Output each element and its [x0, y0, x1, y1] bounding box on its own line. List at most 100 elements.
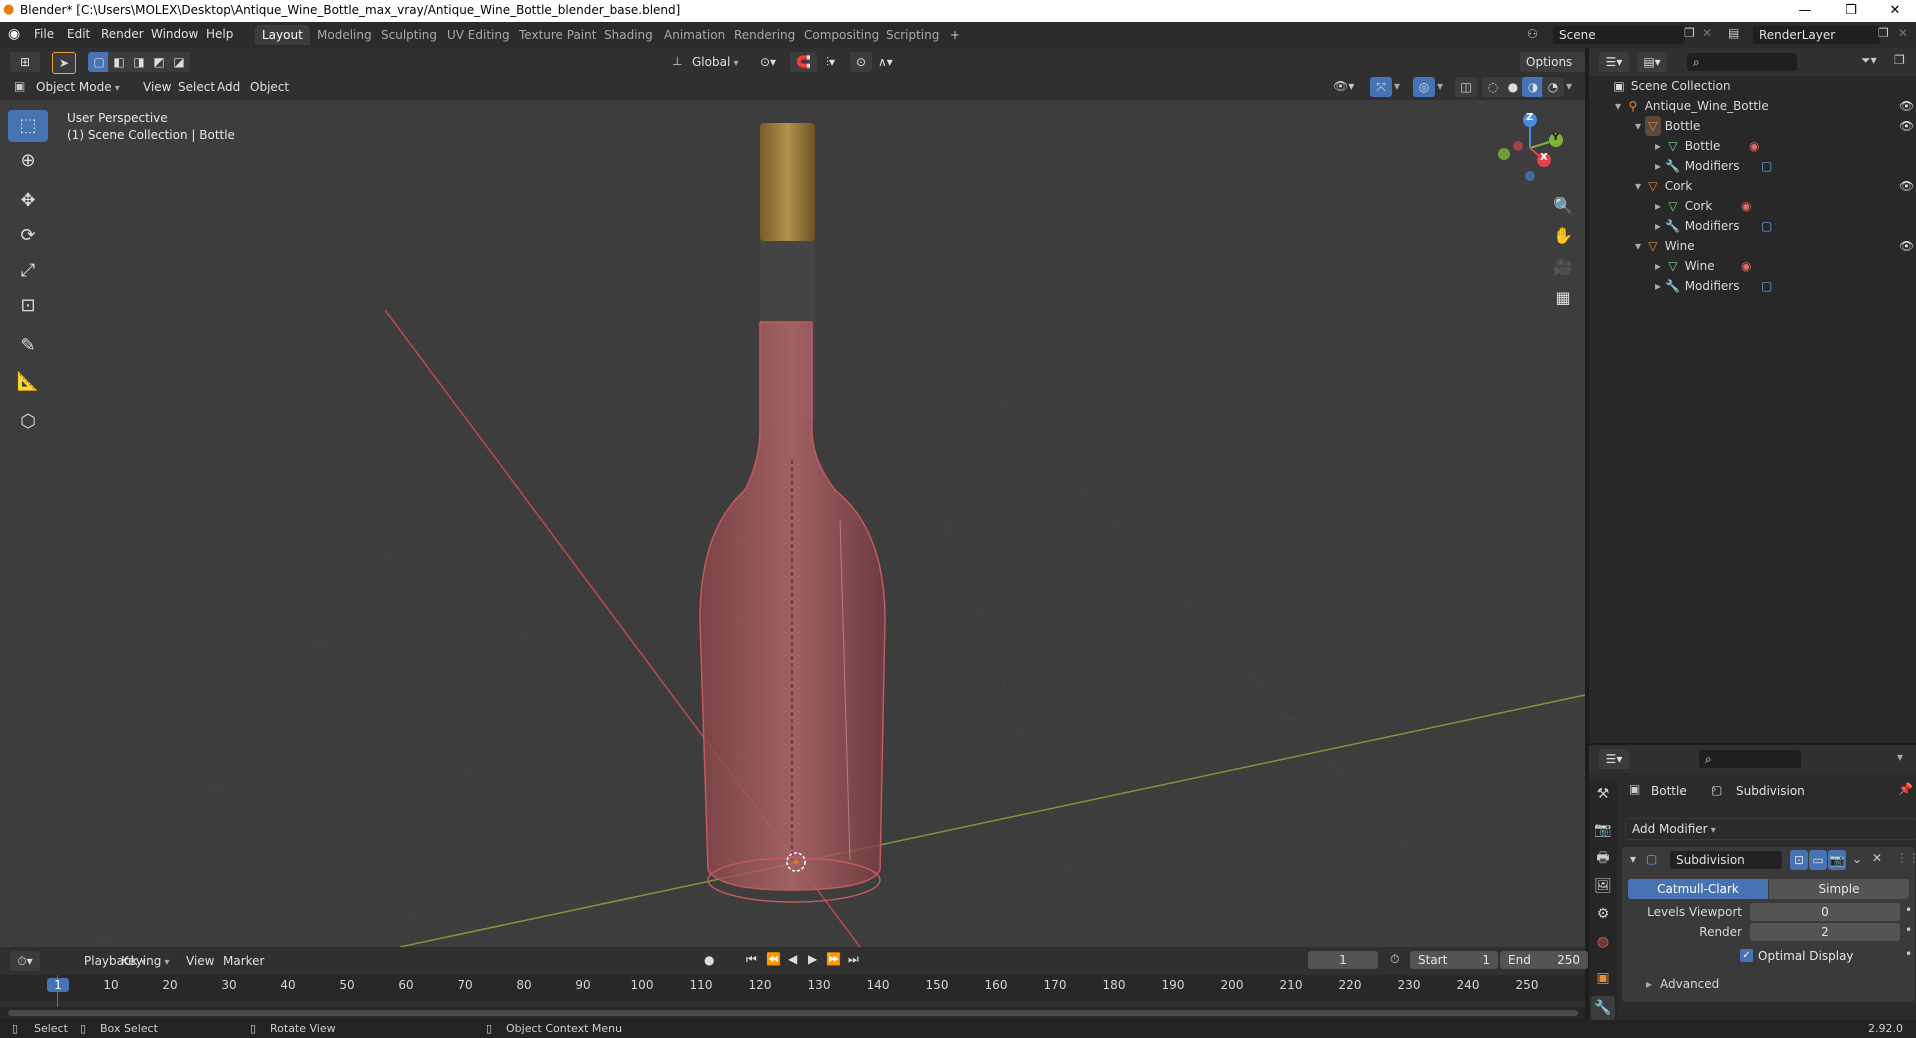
collapse-arrow-icon[interactable]: ▸ [1655, 259, 1661, 273]
select-extend-icon[interactable]: ◧ [108, 52, 130, 72]
collapse-arrow-icon[interactable]: ▸ [1655, 199, 1661, 213]
measure-tool-icon[interactable]: 📐 [8, 366, 48, 398]
end-frame-field[interactable]: End 250 [1500, 951, 1588, 969]
catmull-clark-button[interactable]: Catmull-Clark [1628, 879, 1768, 899]
rendered-shading-icon[interactable]: ◔ [1542, 77, 1564, 97]
collapse-modifier-icon[interactable]: ▾ [1630, 852, 1636, 866]
scale-tool-icon[interactable]: ⤢ [8, 255, 48, 287]
shading-dropdown-icon[interactable]: ▾ [1566, 79, 1572, 93]
expand-arrow-icon[interactable]: ▾ [1615, 99, 1621, 113]
tab-layout[interactable]: Layout [255, 25, 310, 45]
scene-name-field[interactable]: Scene [1553, 26, 1685, 44]
visibility-eye-icon[interactable]: 👁 [1899, 96, 1914, 116]
outliner-collection-row[interactable]: ▾ ⚲ Antique_Wine_Bottle 👁 [1589, 96, 1916, 116]
select-tool-icon[interactable]: ➤ [52, 52, 76, 74]
new-collection-icon[interactable]: ❐ [1894, 53, 1905, 67]
world-tab-icon[interactable]: ◍ [1591, 930, 1615, 954]
select-box-tool-icon[interactable]: ⬚ [8, 110, 48, 142]
modifier-menu-icon[interactable]: ⌄ [1852, 852, 1862, 866]
close-window-button[interactable]: ✕ [1872, 0, 1916, 22]
menu-edit[interactable]: Edit [67, 27, 90, 41]
properties-editor-type-icon[interactable]: ☰▾ [1599, 749, 1629, 769]
view-layer-tab-icon[interactable]: 🖼 [1591, 874, 1615, 898]
remove-modifier-icon[interactable]: ✕ [1872, 851, 1882, 865]
tab-scripting[interactable]: Scripting [879, 25, 946, 45]
viewport-toggle-icon[interactable]: ▭ [1809, 850, 1827, 870]
modifier-name-field[interactable]: Subdivision [1670, 851, 1782, 869]
tab-texture-paint[interactable]: Texture Paint [512, 25, 603, 45]
visibility-eye-icon[interactable]: 👁 [1899, 236, 1914, 256]
jump-keyframe-back-icon[interactable]: ⏪ [766, 952, 781, 966]
gizmo-toggle-icon[interactable]: ⤧ [1370, 77, 1392, 97]
orientation-dropdown[interactable]: Global [686, 52, 745, 72]
select-subtract-icon[interactable]: ◨ [128, 52, 150, 72]
options-dropdown[interactable]: Options [1520, 52, 1585, 72]
perspective-toggle-icon[interactable]: ▦ [1549, 284, 1577, 312]
outliner-search-input[interactable]: ⌕ [1687, 53, 1797, 71]
transform-tool-icon[interactable]: ⊡ [8, 290, 48, 322]
maximize-button[interactable]: ❐ [1828, 0, 1874, 22]
outliner-object-wine[interactable]: ▾ ▽ Wine 👁 [1589, 236, 1916, 256]
render-layer-field[interactable]: RenderLayer [1753, 26, 1880, 44]
play-reverse-icon[interactable]: ◀ [788, 952, 797, 966]
visibility-eye-icon[interactable]: 👁 [1899, 116, 1914, 136]
tab-shading[interactable]: Shading [597, 25, 660, 45]
advanced-expand-icon[interactable]: ▸ [1646, 977, 1652, 991]
tab-rendering[interactable]: Rendering [727, 25, 802, 45]
add-menu[interactable]: Add [211, 77, 246, 97]
render-layer-icon[interactable]: ▤ [1728, 26, 1739, 40]
pan-hand-icon[interactable]: ✋ [1549, 222, 1577, 250]
add-workspace-button[interactable]: + [943, 25, 967, 45]
tab-animation[interactable]: Animation [657, 25, 732, 45]
scene-icon[interactable]: ⚇ [1527, 27, 1538, 41]
auto-keying-icon[interactable]: ● [704, 953, 714, 967]
add-cube-tool-icon[interactable]: ⬡ [8, 406, 48, 438]
collapse-arrow-icon[interactable]: ▸ [1655, 159, 1661, 173]
select-new-icon[interactable]: ▢ [88, 52, 110, 72]
expand-arrow-icon[interactable]: ▾ [1635, 119, 1641, 133]
subdivision-modifier-icon[interactable]: ▢ [1761, 276, 1772, 296]
render-toggle-icon[interactable]: 📷 [1828, 850, 1846, 870]
outliner-object-cork[interactable]: ▾ ▽ Cork 👁 [1589, 176, 1916, 196]
3d-viewport[interactable]: User Perspective (1) Scene Collection | … [0, 100, 1585, 947]
filter-icon[interactable]: ⏷▾ [1861, 53, 1877, 68]
xray-toggle-icon[interactable]: ◫ [1455, 77, 1477, 97]
navigation-gizmo[interactable]: Z Y X [1490, 108, 1570, 188]
material-icon[interactable]: ◉ [1741, 256, 1751, 276]
expand-arrow-icon[interactable]: ▾ [1635, 179, 1641, 193]
material-icon[interactable]: ◉ [1749, 136, 1759, 156]
tab-compositing[interactable]: Compositing [797, 25, 886, 45]
levels-viewport-field[interactable]: 0 [1750, 903, 1900, 921]
add-modifier-dropdown[interactable]: Add Modifier [1625, 818, 1916, 840]
collapse-arrow-icon[interactable]: ▸ [1655, 139, 1661, 153]
simple-button[interactable]: Simple [1769, 879, 1909, 899]
output-tab-icon[interactable]: 🖶 [1591, 846, 1615, 870]
falloff-icon[interactable]: ∧▾ [872, 52, 899, 72]
jump-keyframe-forward-icon[interactable]: ⏩ [826, 952, 841, 966]
delete-render-layer-icon[interactable]: ✕ [1898, 26, 1908, 40]
cursor-tool-icon[interactable]: ⊕ [8, 145, 48, 177]
outliner-modifiers-row[interactable]: ▸ 🔧 Modifiers ▢ [1589, 276, 1916, 296]
delete-scene-icon[interactable]: ✕ [1702, 26, 1712, 40]
modifier-tab-icon[interactable]: 🔧 [1591, 996, 1615, 1020]
overlay-dropdown-icon[interactable]: ▾ [1437, 79, 1443, 93]
scene-tab-icon[interactable]: ⚙ [1591, 902, 1615, 926]
edit-mode-toggle-icon[interactable]: ⊡ [1790, 850, 1808, 870]
wireframe-shading-icon[interactable]: ◌ [1482, 77, 1504, 97]
annotate-tool-icon[interactable]: ✎ [8, 330, 48, 362]
jump-end-icon[interactable]: ⏭ [848, 952, 859, 967]
object-menu[interactable]: Object [244, 77, 295, 97]
outliner-mesh-row[interactable]: ▸ ▽ Wine ◉ [1589, 256, 1916, 276]
snap-target-icon[interactable]: ⫶▾ [820, 52, 842, 72]
new-render-layer-icon[interactable]: ❐ [1878, 26, 1889, 40]
minimize-button[interactable]: — [1782, 0, 1828, 22]
menu-help[interactable]: Help [206, 27, 233, 41]
keyframe-dot-icon[interactable]: • [1905, 923, 1912, 937]
jump-start-icon[interactable]: ⏮ [746, 952, 757, 967]
tab-modeling[interactable]: Modeling [310, 25, 379, 45]
collapse-arrow-icon[interactable]: ▸ [1655, 279, 1661, 293]
frame-marker-current[interactable]: 1 [47, 978, 69, 992]
pin-icon[interactable]: 📌 [1898, 782, 1913, 796]
current-frame-field[interactable]: 1 [1308, 951, 1378, 969]
snap-toggle-icon[interactable]: 🧲 [790, 52, 817, 72]
